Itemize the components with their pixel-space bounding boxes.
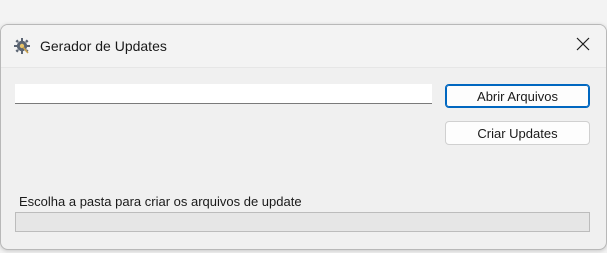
open-files-button[interactable]: Abrir Arquivos [445, 84, 590, 108]
progress-bar [15, 212, 590, 232]
close-button[interactable] [560, 25, 606, 67]
close-icon [576, 37, 590, 56]
create-updates-button[interactable]: Criar Updates [445, 121, 590, 145]
app-window: Gerador de Updates Abrir Arquivos Criar … [0, 24, 607, 250]
window-title: Gerador de Updates [40, 38, 167, 54]
status-message: Escolha a pasta para criar os arquivos d… [19, 194, 302, 209]
title-bar[interactable]: Gerador de Updates [1, 25, 606, 68]
folder-path-input[interactable] [15, 84, 432, 104]
gear-wrench-icon [13, 37, 31, 55]
